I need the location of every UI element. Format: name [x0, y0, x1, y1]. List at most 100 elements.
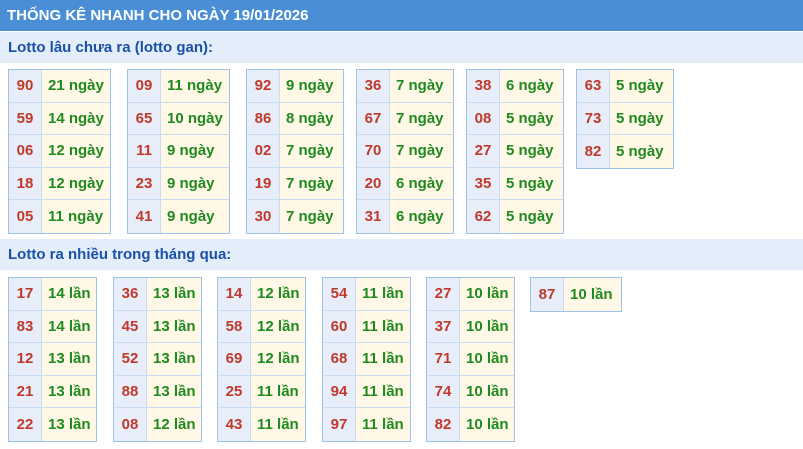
- table-row: 86 8 ngày: [247, 102, 343, 136]
- table-row: 23 9 ngày: [128, 167, 229, 201]
- days-absent: 5 ngày: [610, 70, 673, 102]
- lotto-number: 23: [128, 167, 161, 200]
- times-appeared: 14 lần: [42, 278, 96, 310]
- lotto-number: 09: [128, 70, 161, 102]
- lotto-number: 73: [577, 102, 610, 135]
- days-absent: 5 ngày: [500, 102, 563, 135]
- table-row: 25 11 lần: [218, 375, 305, 409]
- lotto-number: 19: [247, 167, 280, 200]
- days-absent: 7 ngày: [390, 102, 453, 135]
- days-absent: 9 ngày: [161, 200, 229, 233]
- lotto-number: 97: [323, 408, 356, 441]
- table-row: 05 11 ngày: [9, 200, 110, 233]
- times-appeared: 13 lần: [147, 343, 201, 375]
- table-row: 60 11 lần: [323, 310, 410, 344]
- lotto-number: 25: [218, 375, 251, 408]
- lotto-number: 08: [467, 102, 500, 135]
- lotto-number: 21: [9, 375, 42, 408]
- times-appeared: 13 lần: [147, 310, 201, 343]
- lotto-number: 17: [9, 278, 42, 310]
- table-row: 59 14 ngày: [9, 102, 110, 136]
- times-appeared: 12 lần: [251, 310, 305, 343]
- table-row: 63 5 ngày: [577, 70, 673, 103]
- table-row: 36 13 lần: [114, 278, 201, 311]
- lotto-number: 31: [357, 200, 390, 233]
- table-row: 43 11 lần: [218, 408, 305, 441]
- table-row: 27 5 ngày: [467, 135, 563, 168]
- table-row: 21 13 lần: [9, 375, 96, 409]
- lotto-number: 90: [9, 70, 42, 102]
- times-appeared: 10 lần: [564, 278, 621, 311]
- lotto-number: 52: [114, 343, 147, 375]
- lotto-number: 82: [427, 408, 460, 441]
- lotto-number: 74: [427, 375, 460, 408]
- lotto-gan-table: 09 11 ngày 65 10 ngày 11 9 ngày 23 9 ngày 41 9 ng…: [127, 69, 230, 234]
- table-row: 87 10 lần: [531, 278, 621, 311]
- lotto-number: 27: [427, 278, 460, 310]
- table-row: 45 13 lần: [114, 310, 201, 344]
- lotto-number: 43: [218, 408, 251, 441]
- table-row: 36 7 ngày: [357, 70, 453, 103]
- lotto-number: 59: [9, 102, 42, 135]
- table-row: 38 6 ngày: [467, 70, 563, 103]
- days-absent: 11 ngày: [42, 200, 110, 233]
- lotto-number: 70: [357, 135, 390, 167]
- lotto-frequent-table: 36 13 lần 45 13 lần 52 13 lần 88 13 lần 08 12 lần: [113, 277, 202, 442]
- lotto-number: 30: [247, 200, 280, 233]
- lotto-gan-table: 63 5 ngày 73 5 ngày 82 5 ngày: [576, 69, 674, 169]
- times-appeared: 11 lần: [251, 375, 305, 408]
- table-row: 27 10 lần: [427, 278, 514, 311]
- lotto-number: 86: [247, 102, 280, 135]
- lotto-number: 02: [247, 135, 280, 167]
- times-appeared: 12 lần: [251, 343, 305, 375]
- lotto-number: 94: [323, 375, 356, 408]
- lotto-number: 37: [427, 310, 460, 343]
- lotto-gan-table: 90 21 ngày 59 14 ngày 06 12 ngày 18 12 ngày 05 11…: [8, 69, 111, 234]
- lotto-number: 41: [128, 200, 161, 233]
- table-row: 54 11 lần: [323, 278, 410, 311]
- table-row: 69 12 lần: [218, 343, 305, 376]
- table-row: 58 12 lần: [218, 310, 305, 344]
- lotto-gan-table: 36 7 ngày 67 7 ngày 70 7 ngày 20 6 ngày 31 6 ngày: [356, 69, 454, 234]
- times-appeared: 11 lần: [356, 375, 410, 408]
- lotto-number: 14: [218, 278, 251, 310]
- table-row: 18 12 ngày: [9, 167, 110, 201]
- section-title-lotto-gan: Lotto lâu chưa ra (lotto gan):: [0, 32, 803, 63]
- times-appeared: 10 lần: [460, 408, 514, 441]
- table-row: 82 10 lần: [427, 408, 514, 441]
- table-row: 20 6 ngày: [357, 167, 453, 201]
- lotto-number: 87: [531, 278, 564, 311]
- table-row: 14 12 lần: [218, 278, 305, 311]
- times-appeared: 11 lần: [356, 408, 410, 441]
- times-appeared: 10 lần: [460, 278, 514, 310]
- table-row: 12 13 lần: [9, 343, 96, 376]
- lotto-frequent-table: 87 10 lần: [530, 277, 622, 312]
- times-appeared: 14 lần: [42, 310, 96, 343]
- lotto-number: 11: [128, 135, 161, 167]
- lotto-number: 82: [577, 135, 610, 168]
- lotto-number: 36: [114, 278, 147, 310]
- times-appeared: 11 lần: [251, 408, 305, 441]
- table-row: 02 7 ngày: [247, 135, 343, 168]
- table-row: 67 7 ngày: [357, 102, 453, 136]
- days-absent: 7 ngày: [280, 135, 343, 167]
- table-row: 52 13 lần: [114, 343, 201, 376]
- table-row: 94 11 lần: [323, 375, 410, 409]
- table-row: 22 13 lần: [9, 408, 96, 441]
- table-row: 09 11 ngày: [128, 70, 229, 103]
- lotto-number: 58: [218, 310, 251, 343]
- days-absent: 5 ngày: [500, 200, 563, 233]
- lotto-number: 54: [323, 278, 356, 310]
- table-row: 70 7 ngày: [357, 135, 453, 168]
- days-absent: 12 ngày: [42, 135, 110, 167]
- lotto-number: 62: [467, 200, 500, 233]
- days-absent: 21 ngày: [42, 70, 110, 102]
- times-appeared: 12 lần: [251, 278, 305, 310]
- lotto-number: 06: [9, 135, 42, 167]
- table-row: 62 5 ngày: [467, 200, 563, 233]
- lotto-gan-table: 92 9 ngày 86 8 ngày 02 7 ngày 19 7 ngày 30 7 ngày: [246, 69, 344, 234]
- days-absent: 7 ngày: [280, 200, 343, 233]
- table-row: 08 12 lần: [114, 408, 201, 441]
- days-absent: 9 ngày: [161, 135, 229, 167]
- lotto-frequent-table: 54 11 lần 60 11 lần 68 11 lần 94 11 lần 97 11 lần: [322, 277, 411, 442]
